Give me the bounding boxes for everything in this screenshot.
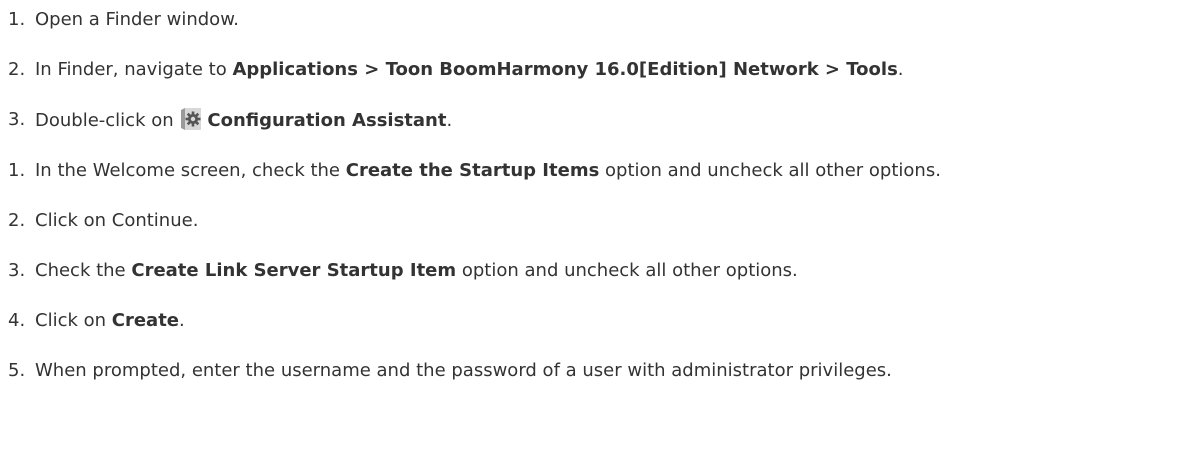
body-text: Click on Continue. [35,209,199,231]
step-item: 1. Open a Finder window. [8,7,941,57]
step-number: 3. [8,259,26,281]
body-text: When prompted, enter the username and th… [35,360,892,382]
step-number: 1. [8,9,26,30]
body-text: Click on [35,310,112,332]
step-text: Open a Finder window. [35,7,239,33]
step-text: Click on Create. [35,308,185,334]
step-item: 3. Check the Create Link Server Startup I… [8,258,941,308]
body-text: . [179,310,185,332]
step-text: Double-click on Configuration Assistant. [35,107,452,134]
configuration-assistant-icon [179,107,203,131]
step-item: 5. When prompted, enter the username and … [8,358,941,408]
step-number: 5. [8,360,26,382]
body-text: Check the [35,259,132,281]
body-text: Open a Finder window. [35,9,239,30]
step-text: Check the Create Link Server Startup Ite… [35,258,798,284]
step-item: 3. Double-click on Configuration Assistan… [8,107,941,157]
step-number: 3. [8,109,26,131]
step-number: 1. [8,159,26,181]
step-text: Click on Continue. [35,208,198,234]
body-text: . [446,110,453,132]
emphasis-text: Configuration Assistant [207,110,447,132]
emphasis-text: Create Link Server Startup Item [131,259,457,281]
body-text: In the Welcome screen, check the [35,159,346,181]
step-item: 1. In the Welcome screen, check the Creat… [8,158,941,208]
body-text: option and uncheck all other options. [456,259,798,281]
emphasis-text: Applications > Toon BoomHarmony 16.0[Edi… [232,59,898,81]
emphasis-text: Create the Startup Items [345,159,600,181]
body-text: option and uncheck all other options. [599,159,941,181]
step-item: 4. Click on Create. [8,308,941,358]
step-number: 2. [8,209,26,231]
step-item: 2. Click on Continue. [8,208,941,258]
step-text: In the Welcome screen, check the Create … [35,158,941,184]
step-item: 2. In Finder, navigate to Applications > … [8,57,941,107]
step-number: 4. [8,310,26,332]
instructions-document: 1. Open a Finder window. 2. In Finder, navi… [0,0,1202,456]
body-text: Double-click on [35,110,180,132]
emphasis-text: Create [111,310,180,332]
step-list: 1. Open a Finder window. 2. In Finder, navi… [8,7,941,409]
step-text: In Finder, navigate to Applications > To… [35,57,904,83]
body-text: . [897,59,904,81]
body-text: In Finder, navigate to [35,59,233,81]
step-text: When prompted, enter the username and th… [35,358,892,384]
step-number: 2. [8,59,26,81]
